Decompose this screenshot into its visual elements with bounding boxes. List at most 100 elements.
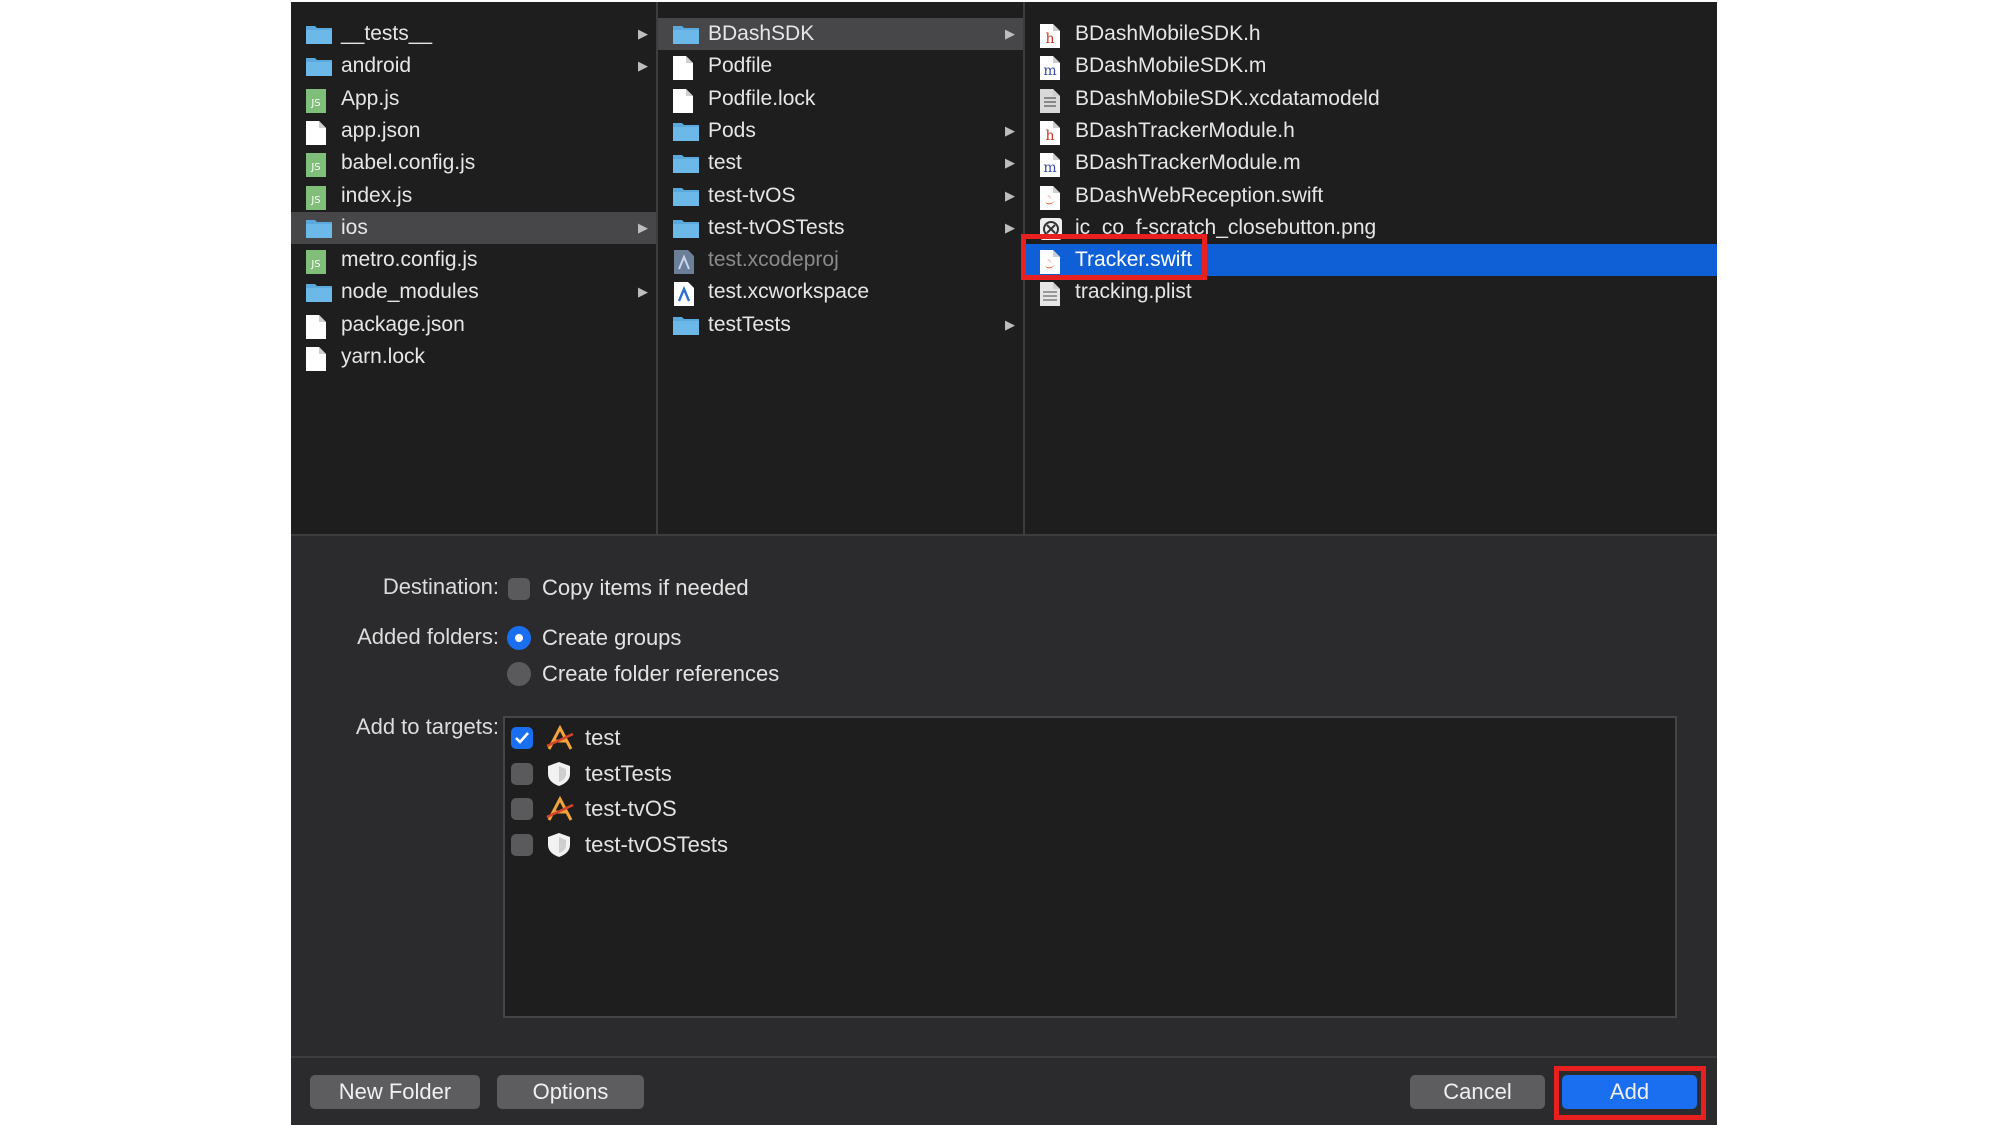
- disclosure-arrow-icon: ▶: [1005, 187, 1015, 203]
- file-row[interactable]: __tests__ ▶: [291, 18, 656, 50]
- disclosure-arrow-icon: ▶: [1005, 155, 1015, 171]
- objc-file-icon: m: [1039, 152, 1063, 178]
- target-row[interactable]: test: [505, 720, 1675, 756]
- file-name: metro.config.js: [341, 248, 478, 272]
- svg-text:m: m: [1043, 160, 1056, 176]
- added-folders-label: Added folders:: [357, 624, 499, 649]
- document-icon: [672, 88, 696, 113]
- file-name: ios: [341, 215, 368, 239]
- file-name: package.json: [341, 312, 465, 336]
- file-row[interactable]: Podfile: [658, 50, 1023, 82]
- disclosure-arrow-icon: ▶: [638, 58, 648, 74]
- folder-icon: [305, 55, 332, 77]
- swift-file-icon: [1039, 185, 1063, 210]
- file-row[interactable]: m BDashTrackerModule.m: [1025, 147, 1717, 179]
- file-name: BDashMobileSDK.h: [1075, 22, 1261, 45]
- options-button[interactable]: Options: [497, 1075, 644, 1109]
- file-row[interactable]: node_modules ▶: [291, 276, 656, 308]
- add-to-targets-label: Add to targets:: [355, 714, 499, 739]
- svg-text:h: h: [1045, 128, 1054, 144]
- svg-text:m: m: [1043, 63, 1056, 79]
- target-name: test-tvOS: [585, 796, 677, 821]
- target-checkbox[interactable]: [511, 798, 533, 820]
- file-name: BDashSDK: [708, 22, 815, 45]
- folder-icon: [305, 217, 332, 239]
- file-name: test-tvOSTests: [708, 215, 845, 239]
- file-row[interactable]: app.json: [291, 115, 656, 147]
- javascript-file-icon: JS: [305, 88, 329, 113]
- plist-file-icon: [1039, 281, 1063, 307]
- file-name: android: [341, 54, 412, 78]
- header-file-icon: h: [1039, 23, 1063, 48]
- file-row[interactable]: h BDashMobileSDK.h: [1025, 18, 1717, 50]
- file-row[interactable]: BDashWebReception.swift: [1025, 180, 1717, 212]
- file-name: __tests__: [341, 22, 433, 45]
- cancel-button[interactable]: Cancel: [1410, 1075, 1545, 1109]
- app-icon: [545, 795, 575, 823]
- file-row[interactable]: Pods ▶: [658, 115, 1023, 147]
- test-bundle-icon: [545, 831, 575, 859]
- file-row[interactable]: JS index.js: [291, 180, 656, 212]
- targets-list[interactable]: test testTests test-tvOS test-tvOSTests: [503, 716, 1677, 1018]
- file-row[interactable]: ios ▶: [291, 211, 656, 244]
- target-checkbox[interactable]: [511, 833, 533, 856]
- folder-icon: [305, 23, 332, 45]
- file-row[interactable]: test ▶: [658, 147, 1023, 179]
- file-row[interactable]: JS App.js: [291, 83, 656, 115]
- folder-icon: [672, 23, 699, 45]
- disclosure-arrow-icon: ▶: [638, 26, 648, 41]
- svg-text:h: h: [1045, 31, 1054, 47]
- file-row[interactable]: test-tvOSTests ▶: [658, 212, 1023, 244]
- file-row[interactable]: Podfile.lock: [658, 83, 1023, 115]
- file-name: app.json: [341, 118, 421, 142]
- file-row[interactable]: testTests ▶: [658, 309, 1023, 341]
- file-row[interactable]: android ▶: [291, 50, 656, 82]
- objc-file-icon: m: [1039, 55, 1063, 81]
- file-row[interactable]: test-tvOS ▶: [658, 180, 1023, 212]
- target-row[interactable]: test-tvOS: [505, 791, 1675, 827]
- destination-label: Destination:: [382, 574, 499, 599]
- file-name: BDashWebReception.swift: [1075, 183, 1324, 207]
- header-file-icon: h: [1039, 120, 1063, 145]
- file-name: test.xcworkspace: [708, 280, 870, 304]
- copy-items-label: Copy items if needed: [542, 575, 749, 600]
- javascript-file-icon: JS: [305, 249, 329, 275]
- file-row[interactable]: yarn.lock: [291, 341, 656, 373]
- file-name: yarn.lock: [341, 345, 426, 368]
- test-bundle-icon: [545, 760, 575, 788]
- xcworkspace-icon: [672, 281, 696, 307]
- file-row[interactable]: test.xcworkspace: [658, 276, 1023, 308]
- file-name: babel.config.js: [341, 151, 476, 175]
- file-row[interactable]: JS babel.config.js: [291, 147, 656, 179]
- file-name: test-tvOS: [708, 183, 796, 207]
- file-row[interactable]: h BDashTrackerModule.h: [1025, 115, 1717, 147]
- folder-icon: [672, 152, 699, 174]
- browser-column-2[interactable]: BDashSDK ▶ Podfile Podfile.lock Pods ▶ test ▶ te…: [658, 2, 1025, 534]
- create-folder-references-radio[interactable]: [507, 662, 531, 686]
- file-name: BDashMobileSDK.m: [1075, 54, 1267, 78]
- document-icon: [672, 55, 696, 81]
- create-groups-radio[interactable]: [507, 626, 531, 650]
- target-checkbox[interactable]: [511, 727, 533, 749]
- javascript-file-icon: JS: [305, 152, 329, 178]
- target-row[interactable]: test-tvOSTests: [505, 827, 1675, 863]
- file-row[interactable]: JS metro.config.js: [291, 244, 656, 276]
- file-row[interactable]: BDashSDK ▶: [658, 18, 1023, 50]
- file-row[interactable]: BDashMobileSDK.xcdatamodeld: [1025, 83, 1717, 115]
- datamodel-file-icon: [1039, 88, 1063, 113]
- svg-text:JS: JS: [310, 98, 320, 109]
- options-panel: Destination: Copy items if needed Added …: [291, 536, 1717, 1056]
- new-folder-button[interactable]: New Folder: [310, 1075, 480, 1109]
- create-folder-references-label: Create folder references: [542, 661, 780, 686]
- target-checkbox[interactable]: [511, 762, 533, 785]
- file-row[interactable]: test.xcodeproj: [658, 244, 1023, 276]
- browser-column-1[interactable]: __tests__ ▶ android ▶ JS App.js app.json JS babe…: [291, 2, 658, 534]
- file-row[interactable]: m BDashMobileSDK.m: [1025, 50, 1717, 82]
- file-row[interactable]: tracking.plist: [1025, 276, 1717, 308]
- target-row[interactable]: testTests: [505, 756, 1675, 792]
- svg-text:JS: JS: [310, 162, 320, 173]
- disclosure-arrow-icon: ▶: [638, 219, 648, 235]
- annotation-highlight-add-button: [1554, 1066, 1706, 1120]
- file-row[interactable]: package.json: [291, 309, 656, 341]
- copy-items-checkbox[interactable]: [508, 578, 530, 600]
